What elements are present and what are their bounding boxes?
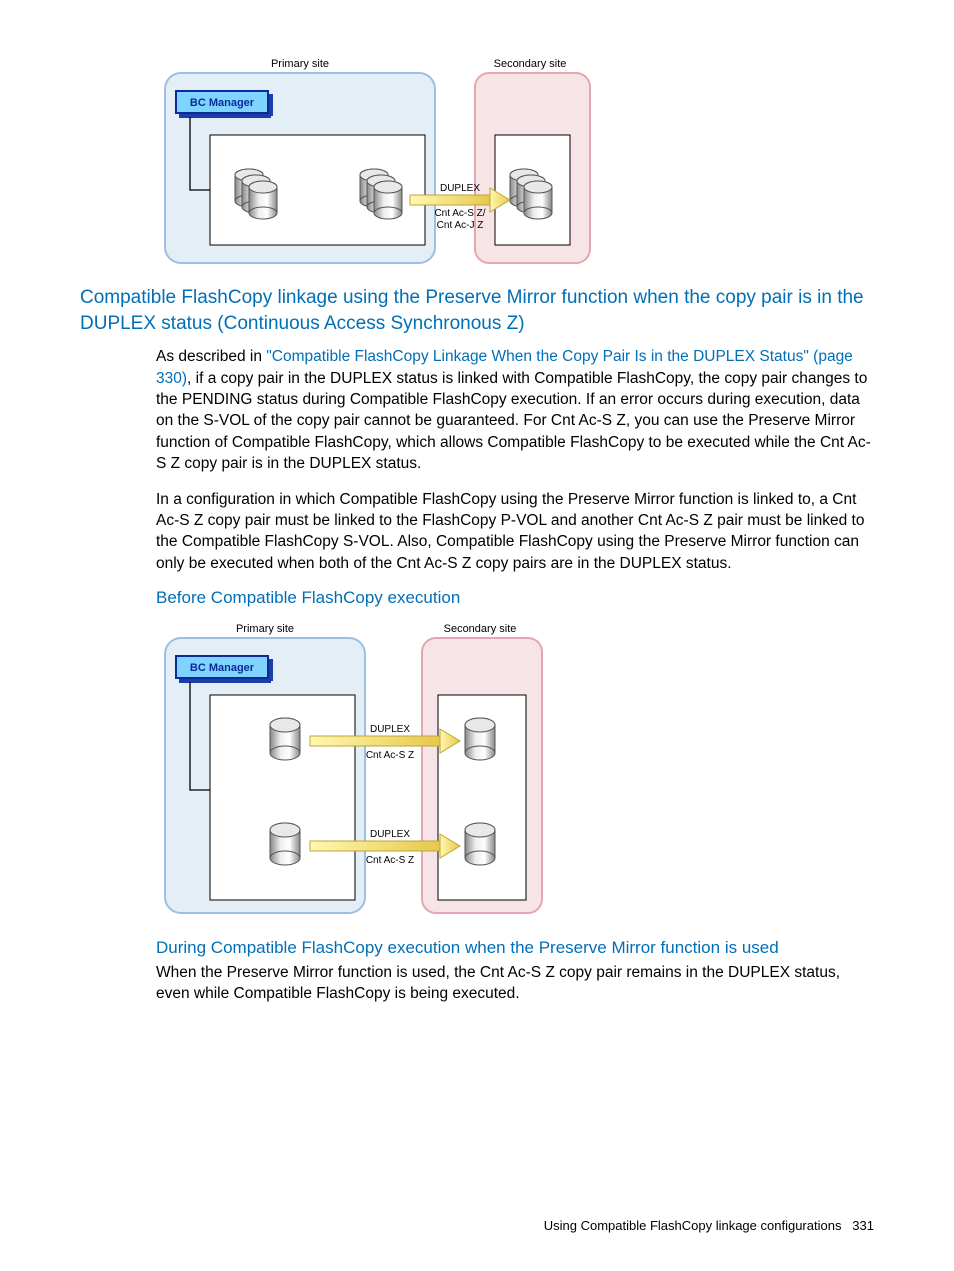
disk-icon	[465, 718, 495, 760]
arrow2-top: DUPLEX	[370, 829, 410, 840]
footer-page-number: 331	[852, 1218, 874, 1233]
secondary-site-label: Secondary site	[444, 623, 517, 635]
disk-icon	[465, 823, 495, 865]
bc-manager-label: BC Manager	[190, 97, 255, 109]
figure-1: Primary site Secondary site BC Manager	[160, 55, 874, 265]
arrow2-bot: Cnt Ac-S Z	[366, 855, 414, 866]
primary-site-label: Primary site	[271, 58, 329, 70]
arrow-label-mid: Cnt Ac-S Z/	[434, 208, 485, 219]
bc-manager-label: BC Manager	[190, 662, 255, 674]
arrow1-top: DUPLEX	[370, 724, 410, 735]
subheading-before: Before Compatible FlashCopy execution	[156, 588, 874, 608]
primary-site-label: Primary site	[236, 623, 294, 635]
arrow1-bot: Cnt Ac-S Z	[366, 750, 414, 761]
figure-2: Primary site Secondary site BC Manager	[160, 620, 874, 920]
para1-pre: As described in	[156, 348, 266, 365]
section-heading: Compatible FlashCopy linkage using the P…	[80, 285, 874, 336]
arrow-label-bot: Cnt Ac-J Z	[437, 220, 484, 231]
para1-post: , if a copy pair in the DUPLEX status is…	[156, 370, 871, 473]
paragraph-2: In a configuration in which Compatible F…	[156, 489, 874, 575]
paragraph-3: When the Preserve Mirror function is use…	[156, 962, 874, 1005]
footer-text: Using Compatible FlashCopy linkage confi…	[544, 1218, 842, 1233]
secondary-site-label: Secondary site	[494, 58, 567, 70]
subheading-during: During Compatible FlashCopy execution wh…	[156, 938, 874, 958]
page-footer: Using Compatible FlashCopy linkage confi…	[544, 1218, 874, 1233]
paragraph-1: As described in "Compatible FlashCopy Li…	[156, 346, 874, 474]
arrow-label-top: DUPLEX	[440, 183, 480, 194]
disk-icon	[270, 718, 300, 760]
disk-icon	[270, 823, 300, 865]
